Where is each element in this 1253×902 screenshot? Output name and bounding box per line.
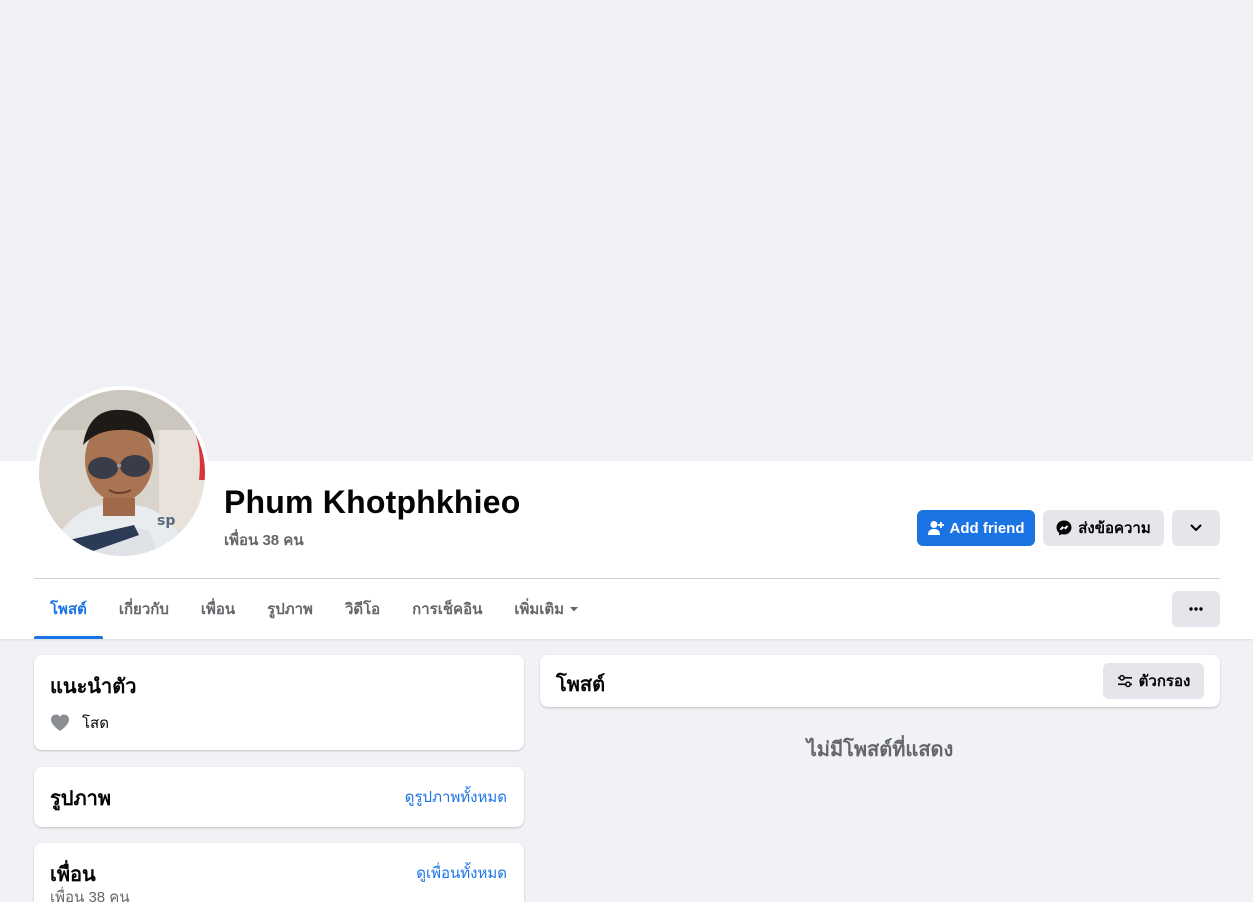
- add-friend-button[interactable]: Add friend: [917, 510, 1035, 546]
- profile-tabs: โพสต์ เกี่ยวกับ เพื่อน รูปภาพ วิดีโอ การ…: [34, 579, 596, 639]
- tab-posts-label: โพสต์: [50, 601, 87, 618]
- see-all-photos-link[interactable]: ดูรูปภาพทั้งหมด: [405, 785, 507, 809]
- intro-card: แนะนำตัว โสด: [34, 655, 524, 750]
- profile-name: Phum Khotphkhieo: [224, 484, 521, 520]
- see-all-friends-link[interactable]: ดูเพื่อนทั้งหมด: [416, 861, 507, 885]
- filter-icon: [1117, 674, 1132, 688]
- messenger-icon: [1056, 520, 1072, 536]
- posts-title: โพสต์: [556, 674, 606, 696]
- message-label: ส่งข้อความ: [1078, 520, 1151, 537]
- intro-title: แนะนำตัว: [50, 676, 137, 698]
- tab-checkins[interactable]: การเช็คอิน: [396, 579, 498, 639]
- tab-videos-label: วิดีโอ: [344, 601, 381, 618]
- more-options-dropdown[interactable]: [1172, 510, 1220, 546]
- tab-checkins-label: การเช็คอิน: [412, 601, 483, 618]
- friends-card: เพื่อน ดูเพื่อนทั้งหมด เพื่อน 38 คน: [34, 843, 524, 902]
- cover-photo[interactable]: [2, 2, 1251, 461]
- filter-button[interactable]: ตัวกรอง: [1103, 663, 1204, 699]
- tab-about-label: เกี่ยวกับ: [118, 601, 169, 618]
- no-posts-message: ไม่มีโพสต์ที่แสดง: [806, 739, 954, 761]
- friends-subtext: เพื่อน 38 คน: [50, 889, 130, 902]
- friends-count[interactable]: เพื่อน 38 คน: [224, 528, 304, 552]
- relationship-status: โสด: [82, 715, 109, 732]
- message-button[interactable]: ส่งข้อความ: [1043, 510, 1164, 546]
- profile-picture[interactable]: sp: [35, 386, 209, 560]
- chevron-down-icon: [1190, 524, 1202, 531]
- svg-text:sp: sp: [157, 513, 175, 529]
- tab-more[interactable]: เพิ่มเติม: [498, 579, 596, 639]
- add-friend-label: Add friend: [949, 519, 1025, 537]
- heart-icon: [51, 714, 69, 731]
- avatar[interactable]: sp: [39, 390, 205, 556]
- add-friend-icon: [927, 521, 944, 535]
- more-horizontal-icon: [1189, 607, 1203, 611]
- tab-more-label: เพิ่มเติม: [514, 601, 565, 618]
- caret-down-icon: [570, 607, 579, 612]
- photos-card: รูปภาพ ดูรูปภาพทั้งหมด: [34, 767, 524, 827]
- tab-photos[interactable]: รูปภาพ: [251, 579, 329, 639]
- tab-posts[interactable]: โพสต์: [34, 579, 103, 639]
- profile-more-button[interactable]: [1172, 591, 1220, 627]
- posts-header-card: โพสต์ ตัวกรอง: [540, 655, 1220, 707]
- photos-title[interactable]: รูปภาพ: [50, 782, 111, 814]
- tab-photos-label: รูปภาพ: [267, 601, 313, 618]
- tab-friends[interactable]: เพื่อน: [185, 579, 251, 639]
- tab-about[interactable]: เกี่ยวกับ: [103, 579, 185, 639]
- filter-label: ตัวกรอง: [1138, 673, 1191, 690]
- avatar-image: sp: [39, 390, 205, 556]
- tab-videos[interactable]: วิดีโอ: [329, 579, 396, 639]
- tab-friends-label: เพื่อน: [200, 601, 236, 618]
- relationship-row: โสด: [50, 711, 109, 735]
